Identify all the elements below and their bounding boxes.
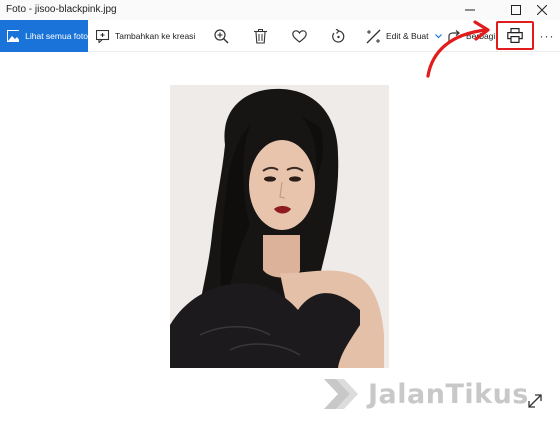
photo-viewer-image: [170, 85, 389, 368]
see-all-photos-button[interactable]: Lihat semua foto: [0, 20, 88, 52]
rotate-icon: [331, 28, 344, 43]
more-icon: ···: [539, 29, 555, 43]
jalantikus-logo-icon: [324, 379, 358, 409]
see-all-photos-label: Lihat semua foto: [25, 31, 88, 41]
print-icon: [507, 28, 523, 43]
add-to-creation-label: Tambahkan ke kreasi: [115, 31, 196, 41]
minimize-button[interactable]: [452, 0, 488, 20]
fullscreen-button[interactable]: [526, 392, 546, 412]
delete-button[interactable]: [250, 26, 270, 46]
rotate-button[interactable]: [328, 26, 348, 46]
portrait-photo: [170, 85, 389, 368]
watermark-text: JalanTikus: [368, 378, 529, 410]
expand-icon: [528, 394, 542, 408]
more-options-button[interactable]: ···: [538, 26, 556, 46]
maximize-icon: [511, 5, 521, 15]
delete-icon: [253, 28, 267, 44]
photos-icon: [7, 30, 20, 42]
add-to-creation-button[interactable]: Tambahkan ke kreasi: [96, 20, 195, 52]
edit-icon: [366, 29, 381, 43]
minimize-icon: [465, 9, 475, 11]
window-title: Foto - jisoo-blackpink.jpg: [6, 4, 117, 15]
watermark: JalanTikus: [322, 374, 529, 414]
close-icon: [537, 5, 547, 15]
zoom-in-button[interactable]: [211, 26, 231, 46]
add-creation-icon: [96, 29, 110, 43]
print-button[interactable]: [496, 21, 534, 50]
close-button[interactable]: [524, 0, 560, 20]
favorite-button[interactable]: [289, 26, 309, 46]
title-bar: Foto - jisoo-blackpink.jpg: [0, 0, 560, 20]
zoom-in-icon: [213, 28, 228, 43]
favorite-icon: [291, 29, 307, 43]
annotation-arrow: [426, 20, 490, 78]
